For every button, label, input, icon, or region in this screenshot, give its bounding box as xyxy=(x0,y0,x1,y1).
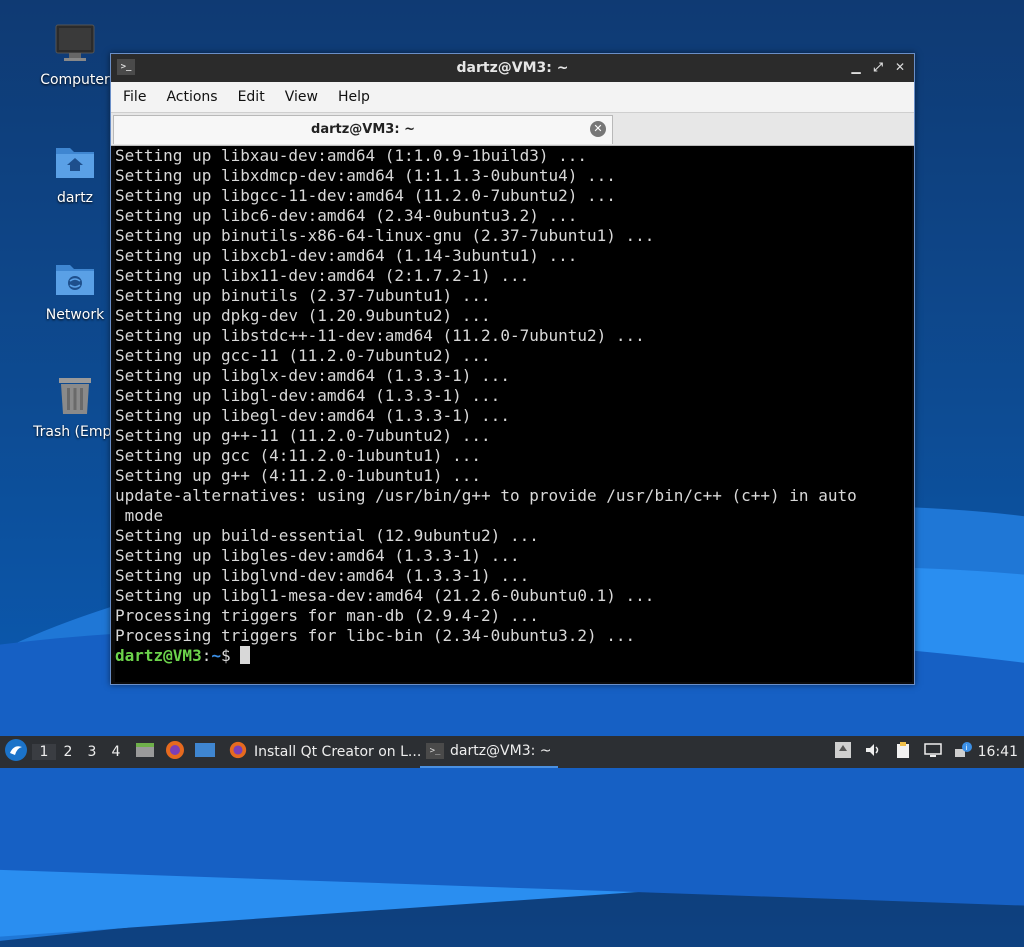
tab-close-icon[interactable]: ✕ xyxy=(590,121,606,137)
prompt-path: ~ xyxy=(211,646,221,665)
terminal-line: Setting up libxdmcp-dev:amd64 (1:1.1.3-0… xyxy=(115,166,616,185)
svg-text:i: i xyxy=(966,744,968,752)
workspace-1[interactable]: 1 xyxy=(32,744,56,760)
terminal-line: Setting up libglvnd-dev:amd64 (1.3.3-1) … xyxy=(115,566,530,585)
menu-bar: File Actions Edit View Help xyxy=(111,82,914,113)
menu-file[interactable]: File xyxy=(115,89,154,105)
terminal-line: Setting up libx11-dev:amd64 (2:1.7.2-1) … xyxy=(115,266,530,285)
computer-icon xyxy=(53,22,97,66)
terminal-line: Setting up g++-11 (11.2.0-7ubuntu2) ... xyxy=(115,426,491,445)
terminal-line: Setting up libegl-dev:amd64 (1.3.3-1) ..… xyxy=(115,406,510,425)
tab-bar: dartz@VM3: ~ ✕ xyxy=(111,113,914,146)
show-desktop-icon[interactable] xyxy=(194,739,216,765)
menu-edit[interactable]: Edit xyxy=(230,89,273,105)
menu-view[interactable]: View xyxy=(277,89,326,105)
window-title: dartz@VM3: ~ xyxy=(456,60,569,76)
network-connection-icon[interactable] xyxy=(924,741,942,763)
terminal-line: Setting up binutils (2.37-7ubuntu1) ... xyxy=(115,286,491,305)
terminal-line: Setting up binutils-x86-64-linux-gnu (2.… xyxy=(115,226,655,245)
update-notifier-icon[interactable] xyxy=(834,741,852,763)
taskbar-task-terminal[interactable]: >_ dartz@VM3: ~ xyxy=(420,736,558,768)
terminal-line: Setting up libxau-dev:amd64 (1:1.0.9-1bu… xyxy=(115,146,588,165)
terminal-line: Setting up g++ (4:11.2.0-1ubuntu1) ... xyxy=(115,466,482,485)
info-notification-icon[interactable]: i xyxy=(954,741,972,763)
terminal-line: Processing triggers for man-db (2.9.4-2)… xyxy=(115,606,539,625)
network-folder-icon xyxy=(53,257,97,301)
terminal-line: Setting up libgcc-11-dev:amd64 (11.2.0-7… xyxy=(115,186,616,205)
tab-terminal[interactable]: dartz@VM3: ~ ✕ xyxy=(113,115,613,144)
volume-icon[interactable] xyxy=(864,741,882,763)
tab-label: dartz@VM3: ~ xyxy=(311,122,415,137)
prompt-symbol: $ xyxy=(220,646,241,665)
terminal-line: Processing triggers for libc-bin (2.34-0… xyxy=(115,626,636,645)
minimize-button[interactable]: ▁ xyxy=(848,58,864,76)
terminal-line: Setting up gcc-11 (11.2.0-7ubuntu2) ... xyxy=(115,346,491,365)
file-manager-icon[interactable] xyxy=(134,739,156,765)
menu-actions[interactable]: Actions xyxy=(158,89,225,105)
terminal-line: Setting up build-essential (12.9ubuntu2)… xyxy=(115,526,539,545)
terminal-icon: >_ xyxy=(426,743,444,759)
menu-help[interactable]: Help xyxy=(330,89,378,105)
terminal-line: Setting up libxcb1-dev:amd64 (1.14-3ubun… xyxy=(115,246,578,265)
terminal-line: Setting up libgl-dev:amd64 (1.3.3-1) ... xyxy=(115,386,501,405)
workspace-2[interactable]: 2 xyxy=(56,744,80,760)
clock-time: 16:41 xyxy=(977,744,1018,760)
terminal-prompt[interactable]: dartz@VM3:~$ xyxy=(115,646,912,666)
taskbar-task-firefox[interactable]: Install Qt Creator on L... xyxy=(222,740,427,764)
terminal-line: Setting up gcc (4:11.2.0-1ubuntu1) ... xyxy=(115,446,482,465)
terminal-line: Setting up dpkg-dev (1.20.9ubuntu2) ... xyxy=(115,306,491,325)
home-folder-icon xyxy=(53,140,97,184)
prompt-separator: : xyxy=(201,646,212,665)
prompt-user: dartz@VM3 xyxy=(115,646,202,665)
start-menu-button[interactable] xyxy=(4,736,28,768)
clipboard-icon[interactable] xyxy=(894,741,912,763)
terminal-cursor xyxy=(240,646,251,664)
terminal-output[interactable]: Setting up libxau-dev:amd64 (1:1.0.9-1bu… xyxy=(115,146,912,682)
terminal-line: update-alternatives: using /usr/bin/g++ … xyxy=(115,486,857,505)
terminal-line: Setting up libstdc++-11-dev:amd64 (11.2.… xyxy=(115,326,645,345)
terminal-line: Setting up libglx-dev:amd64 (1.3.3-1) ..… xyxy=(115,366,510,385)
window-titlebar[interactable]: >_ dartz@VM3: ~ ▁ ⤢ ✕ xyxy=(111,54,914,82)
workspace-3[interactable]: 3 xyxy=(80,744,104,760)
workspace-4[interactable]: 4 xyxy=(104,744,128,760)
terminal-line: mode xyxy=(115,506,164,525)
taskbar: 1 2 3 4 Install Qt Creator on L... >_ da… xyxy=(0,736,1024,768)
firefox-icon xyxy=(228,740,248,764)
terminal-line: Setting up libc6-dev:amd64 (2.34-0ubuntu… xyxy=(115,206,578,225)
terminal-line: Setting up libgl1-mesa-dev:amd64 (21.2.6… xyxy=(115,586,655,605)
terminal-line: Setting up libgles-dev:amd64 (1.3.3-1) .… xyxy=(115,546,520,565)
task-label: dartz@VM3: ~ xyxy=(450,743,552,759)
close-button[interactable]: ✕ xyxy=(892,58,908,76)
lubuntu-logo-icon xyxy=(4,738,28,766)
firefox-icon[interactable] xyxy=(164,739,186,765)
trash-icon xyxy=(53,374,97,418)
maximize-button[interactable]: ⤢ xyxy=(870,58,886,76)
terminal-window: >_ dartz@VM3: ~ ▁ ⤢ ✕ File Actions Edit … xyxy=(110,53,915,685)
task-label: Install Qt Creator on L... xyxy=(254,744,422,760)
clock[interactable]: 16:41 xyxy=(978,736,1018,768)
